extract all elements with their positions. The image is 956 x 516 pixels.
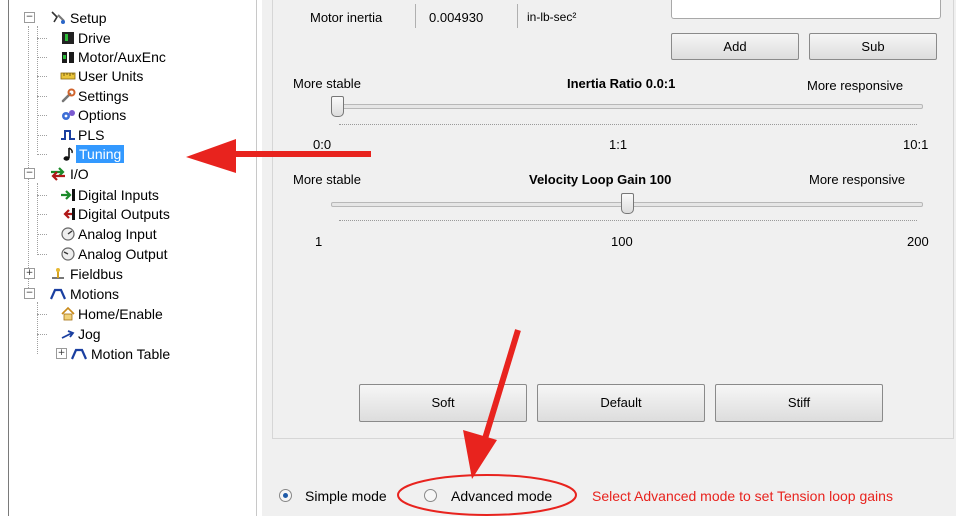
tree-item-label: Digital Inputs [78, 187, 159, 203]
sub-button[interactable]: Sub [809, 33, 937, 60]
digital-input-icon [61, 189, 75, 201]
io-arrows-icon [51, 167, 65, 181]
inertia-ratio-min: 0:0 [313, 137, 332, 152]
slider-thumb[interactable] [620, 193, 634, 214]
home-icon [61, 306, 75, 321]
velocity-gain-left-label: More stable [293, 172, 361, 187]
tree-item-label: I/O [70, 166, 89, 182]
slider-track [331, 104, 923, 109]
tree-item-label: Motor/AuxEnc [78, 49, 166, 65]
tree-border [8, 0, 9, 516]
drive-icon [62, 32, 74, 44]
tree-connector [37, 302, 38, 354]
slider-ticks [339, 124, 917, 126]
inertia-ratio-max: 10:1 [903, 137, 929, 152]
tree-item-label: Jog [78, 326, 101, 342]
advanced-mode-hint: Select Advanced mode to set Tension loop… [592, 488, 893, 504]
tree-item-label: Options [78, 107, 127, 123]
divider [517, 4, 518, 28]
velocity-gain-title: Velocity Loop Gain 100 [529, 172, 672, 187]
motor-inertia-label: Motor inertia [310, 10, 383, 25]
slider-ticks [339, 220, 917, 222]
advanced-mode-radio[interactable] [424, 489, 437, 502]
tree-item-label: Analog Input [78, 226, 157, 242]
motor-inertia-value: 0.004930 [429, 10, 484, 25]
ruler-icon [60, 72, 76, 80]
inertia-ratio-title: Inertia Ratio 0.0:1 [567, 76, 676, 91]
motor-inertia-unit: in-lb-sec² [527, 10, 577, 24]
inertia-ratio-mid: 1:1 [609, 137, 628, 152]
add-button[interactable]: Add [671, 33, 799, 60]
tree-connector [37, 26, 38, 152]
motor-icon [62, 52, 74, 63]
gauge-icon [61, 227, 75, 241]
collapse-icon[interactable]: − [24, 288, 35, 299]
velocity-gain-mid: 100 [611, 234, 633, 249]
tree-item-label: Settings [78, 88, 129, 104]
tree-connector [37, 183, 38, 255]
radio-selected-dot [283, 493, 288, 498]
motion-icon [50, 288, 66, 300]
tree-connector [28, 26, 29, 296]
divider [415, 4, 416, 28]
inertia-ratio-left-label: More stable [293, 76, 361, 91]
fieldbus-icon [52, 268, 64, 279]
tree-item-label: Motions [70, 286, 120, 302]
velocity-gain-right-label: More responsive [809, 172, 906, 187]
tree-item-label: PLS [78, 127, 105, 143]
music-note-icon [63, 147, 73, 161]
tree-item-label: Fieldbus [70, 266, 123, 282]
expand-icon[interactable]: + [56, 348, 67, 359]
tree-item-label: User Units [78, 68, 144, 84]
setup-icon [51, 11, 65, 24]
stiff-button[interactable]: Stiff [715, 384, 883, 422]
tree-item-label: Motion Table [91, 346, 171, 362]
collapse-icon[interactable]: − [24, 12, 35, 23]
gauge-icon [61, 247, 75, 261]
velocity-gain-max: 200 [907, 234, 929, 249]
pulse-icon [61, 130, 75, 140]
navigation-tree[interactable]: − Setup Drive Motor/AuxEnc User Units Se… [0, 0, 257, 516]
tree-item-label: Tuning [76, 145, 125, 163]
collapse-icon[interactable]: − [24, 168, 35, 179]
motion-icon [71, 348, 87, 360]
tree-item-label: Digital Outputs [78, 206, 170, 222]
expand-icon[interactable]: + [24, 268, 35, 279]
velocity-gain-min: 1 [315, 234, 323, 249]
inertia-ratio-right-label: More responsive [807, 78, 904, 93]
digital-output-icon [63, 208, 75, 220]
default-button[interactable]: Default [537, 384, 705, 422]
simple-mode-label[interactable]: Simple mode [305, 488, 387, 504]
simple-mode-radio[interactable] [279, 489, 292, 502]
tree-item-label: Drive [78, 30, 111, 46]
tree-item-label: Home/Enable [78, 306, 163, 322]
options-icon [62, 110, 75, 120]
jog-arrow-icon [61, 330, 75, 339]
tree-item-label: Setup [70, 10, 107, 26]
soft-button[interactable]: Soft [359, 384, 527, 422]
tuning-group: Motor inertia 0.004930 in-lb-sec² Add Su… [272, 0, 954, 439]
tree-item-label: Analog Output [78, 246, 168, 262]
wrench-icon [61, 88, 76, 103]
advanced-mode-label[interactable]: Advanced mode [451, 488, 552, 504]
inertia-entry-field[interactable] [671, 0, 941, 19]
tuning-panel: Motor inertia 0.004930 in-lb-sec² Add Su… [262, 0, 956, 516]
slider-thumb[interactable] [331, 96, 344, 117]
